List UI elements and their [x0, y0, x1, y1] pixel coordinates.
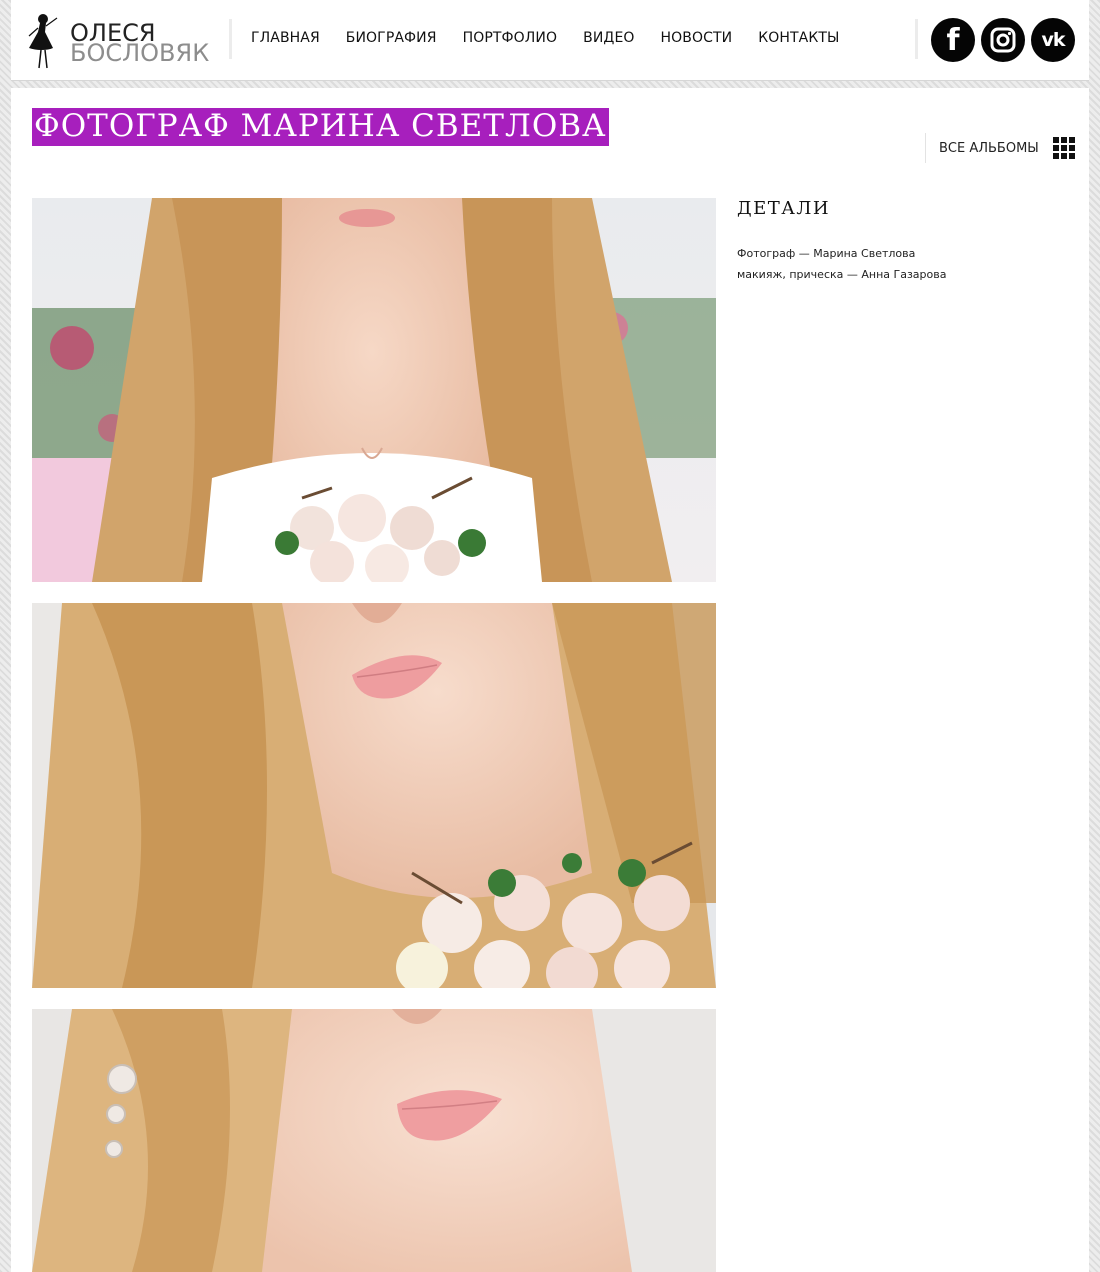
site-header: ОЛЕСЯ БОСЛОВЯК ГЛАВНАЯ БИОГРАФИЯ ПОРТФОЛ…	[11, 0, 1089, 81]
gallery-photo-1[interactable]	[32, 198, 716, 582]
all-albums-label: ВСЕ АЛЬБОМЫ	[939, 140, 1039, 156]
all-albums-link[interactable]: ВСЕ АЛЬБОМЫ	[925, 133, 1075, 163]
grid-icon	[1052, 137, 1075, 159]
bride-photo-2	[32, 603, 716, 988]
nav-item-news[interactable]: НОВОСТИ	[661, 30, 733, 46]
gallery-photo-2[interactable]	[32, 603, 716, 988]
main-nav: ГЛАВНАЯ БИОГРАФИЯ ПОРТФОЛИО ВИДЕО НОВОСТ…	[251, 30, 865, 46]
bride-photo-1	[32, 198, 716, 582]
header-divider-right	[915, 19, 918, 59]
bride-photo-3	[32, 1009, 716, 1272]
nav-item-portfolio[interactable]: ПОРТФОЛИО	[463, 30, 558, 46]
logo-silhouette-icon	[28, 14, 58, 69]
main-content: ФОТОГРАФ МАРИНА СВЕТЛОВА ВСЕ АЛЬБОМЫ ДЕТ…	[11, 88, 1089, 1272]
page-title: ФОТОГРАФ МАРИНА СВЕТЛОВА	[32, 108, 609, 146]
logo-last-name: БОСЛОВЯК	[70, 39, 210, 67]
page-title-wrap: ФОТОГРАФ МАРИНА СВЕТЛОВА	[32, 108, 609, 146]
facebook-button[interactable]: f	[931, 18, 975, 62]
details-makeup: макияж, прическа — Анна Газарова	[737, 268, 947, 281]
nav-item-home[interactable]: ГЛАВНАЯ	[251, 30, 320, 46]
nav-item-video[interactable]: ВИДЕО	[583, 30, 634, 46]
vk-button[interactable]: vk	[1031, 18, 1075, 62]
facebook-icon: f	[946, 23, 960, 58]
details-panel: ДЕТАЛИ Фотограф — Марина Светлова макияж…	[737, 198, 1067, 285]
nav-item-contacts[interactable]: КОНТАКТЫ	[758, 30, 839, 46]
instagram-button[interactable]	[981, 18, 1025, 62]
instagram-icon	[990, 27, 1016, 53]
header-divider-left	[229, 19, 232, 59]
details-title: ДЕТАЛИ	[737, 198, 831, 219]
details-photographer: Фотограф — Марина Светлова	[737, 247, 916, 260]
gallery-photo-3[interactable]	[32, 1009, 716, 1272]
site-logo[interactable]: ОЛЕСЯ БОСЛОВЯК	[23, 10, 213, 72]
vk-icon: vk	[1041, 29, 1065, 51]
nav-item-biography[interactable]: БИОГРАФИЯ	[346, 30, 437, 46]
